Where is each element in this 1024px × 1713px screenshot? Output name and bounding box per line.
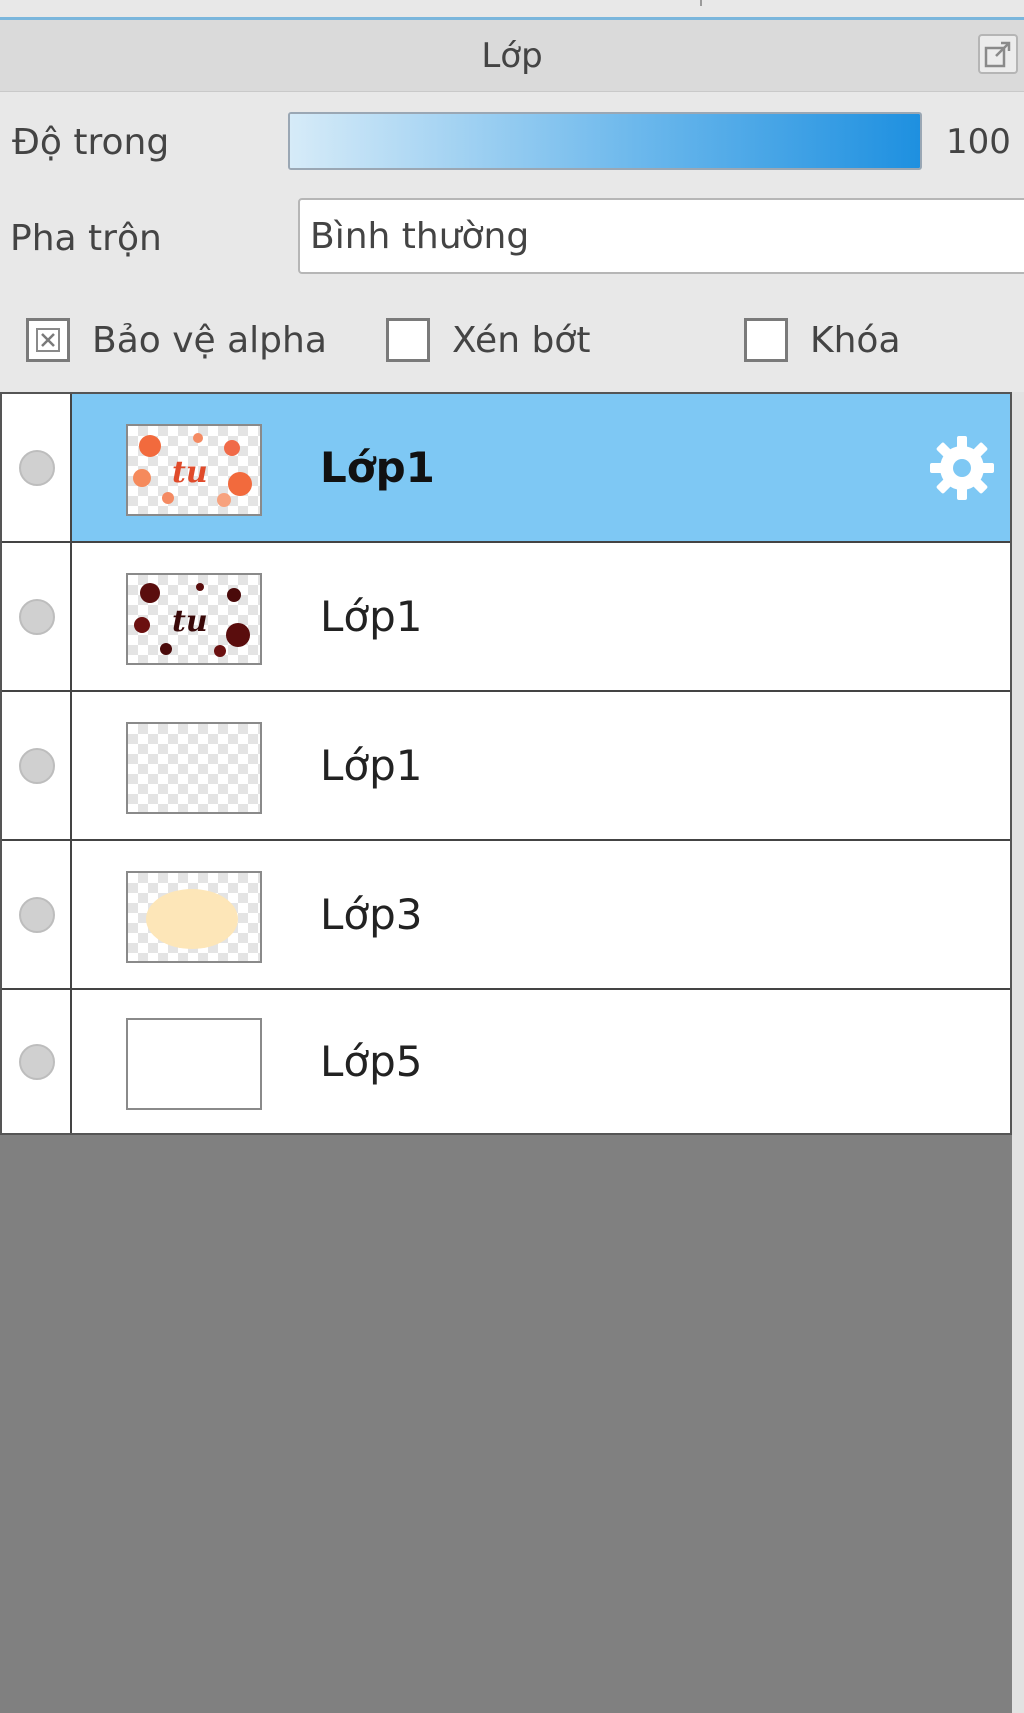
visibility-column	[2, 543, 72, 690]
opacity-slider-fill	[290, 114, 920, 168]
layer-row[interactable]: tu Lớp1	[2, 394, 1010, 543]
strip-divider	[700, 0, 702, 6]
panel-title: Lớp	[481, 36, 543, 76]
layer-list: tu Lớp1 tu Lớp1 Lớp1 Lớp3 Lớp5	[0, 392, 1012, 1135]
layer-thumbnail: tu	[126, 572, 262, 665]
layer-thumbnail	[126, 1017, 262, 1110]
svg-text:tu: tu	[172, 455, 208, 490]
layer-row[interactable]: Lớp3	[2, 841, 1010, 990]
orange-lettering-art: tu	[133, 432, 252, 507]
layer-panel-header: Lớp	[0, 20, 1024, 92]
layer-name[interactable]: Lớp1	[320, 442, 435, 494]
layer-name[interactable]: Lớp5	[320, 1036, 422, 1088]
protect-alpha-label: Bảo vệ alpha	[92, 320, 327, 361]
visibility-toggle[interactable]	[19, 1043, 55, 1080]
dark-red-lettering-art: tu	[134, 582, 250, 657]
visibility-column	[2, 394, 72, 541]
svg-text:tu: tu	[172, 604, 208, 639]
visibility-toggle[interactable]	[19, 449, 55, 486]
layer-properties: Độ trong 100 Pha trộn Bình thường Bảo vệ…	[0, 92, 1024, 392]
layer-name[interactable]: Lớp1	[320, 591, 422, 643]
layer-thumbnail	[126, 870, 262, 963]
opacity-label: Độ trong	[12, 122, 170, 163]
opacity-slider[interactable]	[288, 112, 922, 170]
visibility-toggle[interactable]	[19, 896, 55, 933]
visibility-column	[2, 841, 72, 988]
visibility-toggle[interactable]	[19, 747, 55, 784]
layer-row[interactable]: tu Lớp1	[2, 543, 1010, 692]
visibility-column	[2, 990, 72, 1133]
clipping-box[interactable]	[386, 318, 430, 362]
layer-row[interactable]: Lớp5	[2, 990, 1010, 1133]
visibility-column	[2, 692, 72, 839]
popout-icon[interactable]	[978, 34, 1018, 74]
layer-thumbnail: tu	[126, 423, 262, 516]
blend-mode-value: Bình thường	[310, 216, 530, 257]
top-window-strip	[0, 0, 1024, 20]
protect-alpha-box[interactable]	[26, 318, 70, 362]
lock-label: Khóa	[810, 320, 901, 361]
scrollbar-track[interactable]	[1012, 392, 1024, 1713]
blend-mode-select[interactable]: Bình thường	[298, 198, 1024, 274]
checked-x-icon	[36, 328, 60, 352]
visibility-toggle[interactable]	[19, 598, 55, 635]
layer-name[interactable]: Lớp3	[320, 889, 422, 941]
layer-name[interactable]: Lớp1	[320, 740, 422, 792]
layer-row[interactable]: Lớp1	[2, 692, 1010, 841]
opacity-value: 100	[946, 122, 1011, 162]
clipping-label: Xén bớt	[452, 320, 591, 361]
layer-thumbnail	[126, 721, 262, 814]
cream-blob	[146, 888, 238, 949]
blend-mode-label: Pha trộn	[10, 218, 162, 259]
lock-box[interactable]	[744, 318, 788, 362]
gear-icon[interactable]	[926, 432, 998, 504]
